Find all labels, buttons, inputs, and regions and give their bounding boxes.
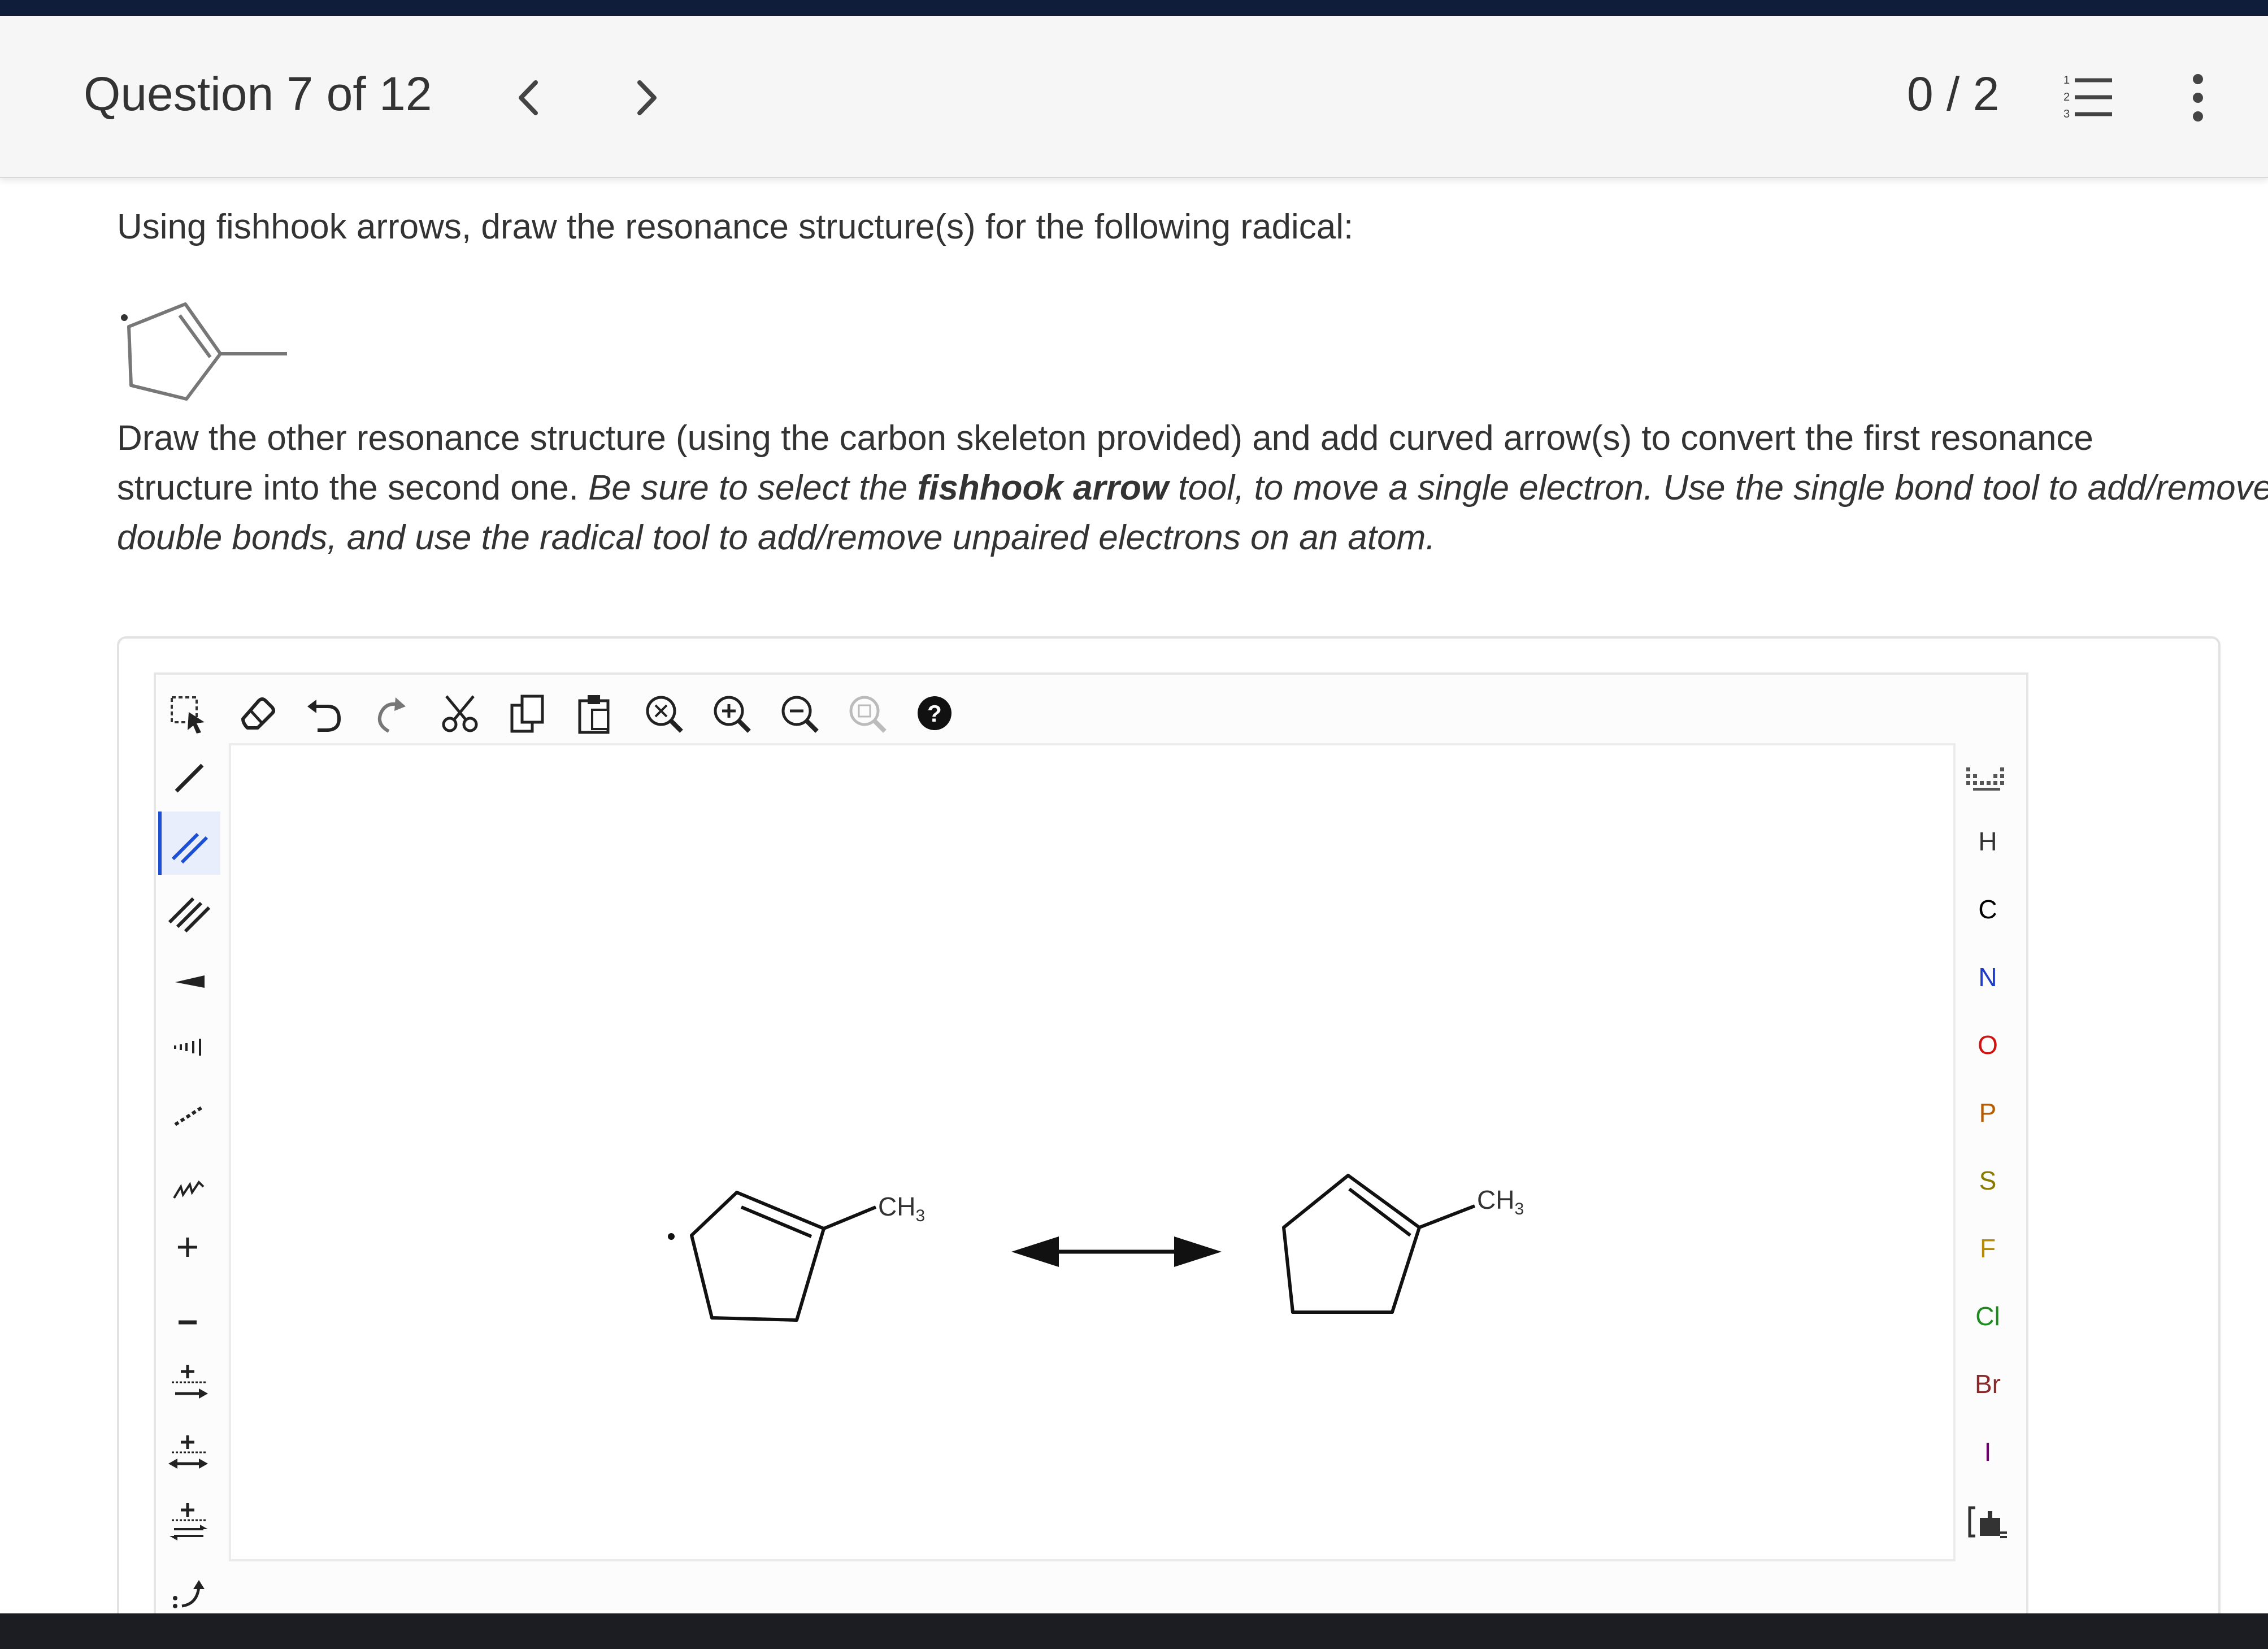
- question-counter: Question 7 of 12: [84, 67, 432, 120]
- svg-text:2: 2: [2063, 91, 2070, 103]
- canvas-resonance-arrow: [1011, 1236, 1222, 1267]
- atom-cl-button[interactable]: Cl: [1962, 1301, 2013, 1331]
- bond-tools: +: [158, 763, 220, 1608]
- reaction-arrow-icon[interactable]: [172, 1365, 208, 1399]
- editor-toolbar: ?: [171, 695, 951, 734]
- plus-charge-icon[interactable]: +: [176, 1225, 199, 1269]
- triple-bond-icon[interactable]: [168, 897, 211, 933]
- instructions-italic: Be sure to select the: [588, 468, 908, 507]
- wedge-bond-icon[interactable]: [175, 975, 205, 988]
- cut-icon[interactable]: [442, 695, 478, 732]
- equilibrium-arrow-icon[interactable]: [170, 1503, 208, 1540]
- copy-icon[interactable]: [510, 695, 544, 733]
- right-ch3-text: CH: [1477, 1185, 1515, 1214]
- svg-text:3: 3: [2063, 108, 2070, 120]
- instructions-line-3: double bonds, and use the radical tool t…: [117, 518, 1436, 557]
- dashed-bond-icon[interactable]: [174, 1105, 205, 1126]
- score-display: 0 / 2: [1907, 67, 2000, 120]
- bracket-icon: [1968, 1506, 2007, 1538]
- paste-icon[interactable]: [578, 695, 610, 734]
- zoom-reset-icon[interactable]: [849, 696, 887, 733]
- atom-p-button[interactable]: P: [1962, 1097, 2013, 1128]
- atom-c-button[interactable]: C: [1962, 894, 2013, 925]
- atom-i-button[interactable]: I: [1962, 1437, 2013, 1467]
- periodic-table-icon: [1966, 767, 2004, 791]
- atom-s-button[interactable]: S: [1962, 1165, 2013, 1196]
- given-radical-structure: [121, 302, 287, 401]
- zoom-out-icon[interactable]: [781, 696, 819, 733]
- prev-question-button[interactable]: [509, 72, 548, 123]
- curved-arrow-icon[interactable]: [173, 1580, 205, 1608]
- right-resonance-structure: [1282, 1174, 1476, 1314]
- left-ch3-text: CH: [878, 1192, 916, 1221]
- resonance-arrow-icon[interactable]: [168, 1435, 208, 1469]
- hash-bond-icon[interactable]: [174, 1039, 201, 1056]
- atom-f-button[interactable]: F: [1962, 1233, 2013, 1264]
- chevron-left-icon: [519, 80, 538, 115]
- top-bar: [0, 0, 2268, 16]
- right-ch3-label: CH3: [1477, 1184, 1524, 1219]
- atom-br-button[interactable]: Br: [1962, 1369, 2013, 1399]
- next-question-button[interactable]: [627, 72, 667, 123]
- instructions-line-2: structure into the second one. Be sure t…: [117, 468, 2268, 508]
- double-bond-icon[interactable]: [158, 812, 220, 875]
- svg-text:1: 1: [2063, 74, 2070, 86]
- eraser-icon[interactable]: [241, 697, 275, 730]
- bracket-tool-button[interactable]: [1965, 1503, 2010, 1543]
- svg-text:?: ?: [927, 700, 942, 727]
- chevron-right-icon: [637, 80, 657, 115]
- wavy-bond-icon[interactable]: [173, 1180, 205, 1199]
- single-bond-icon[interactable]: [175, 763, 204, 793]
- bottom-bar: [0, 1613, 2268, 1649]
- left-ch3-label: CH3: [878, 1191, 925, 1226]
- redo-icon[interactable]: [377, 697, 406, 733]
- left-resonance-structure: [668, 1191, 877, 1322]
- numbered-list-icon: 1 2 3: [2063, 74, 2112, 120]
- atom-o-button[interactable]: O: [1962, 1030, 2013, 1060]
- drawing-canvas[interactable]: [229, 743, 1956, 1561]
- zoom-fit-icon[interactable]: [646, 696, 683, 733]
- instructions-plain: structure into the second one.: [117, 468, 579, 507]
- select-icon[interactable]: [171, 696, 205, 734]
- instructions-bold: fishhook arrow: [917, 468, 1168, 507]
- atom-n-button[interactable]: N: [1962, 962, 2013, 992]
- more-vertical-icon: [2193, 74, 2203, 121]
- instructions-line-1: Draw the other resonance structure (usin…: [117, 419, 2093, 458]
- question-prompt: Using fishhook arrows, draw the resonanc…: [117, 207, 1354, 246]
- undo-icon[interactable]: [307, 700, 341, 732]
- periodic-table-button[interactable]: [1961, 763, 2015, 797]
- zoom-in-icon[interactable]: [714, 696, 751, 733]
- atom-h-button[interactable]: H: [1962, 826, 2013, 857]
- right-ch3-sub: 3: [1514, 1200, 1524, 1219]
- help-icon[interactable]: ?: [918, 696, 951, 730]
- left-ch3-sub: 3: [915, 1207, 926, 1226]
- instructions-tail: tool, to move a single electron. Use the…: [1178, 468, 2268, 507]
- question-list-button[interactable]: 1 2 3: [2062, 72, 2113, 123]
- svg-text:+: +: [176, 1225, 199, 1269]
